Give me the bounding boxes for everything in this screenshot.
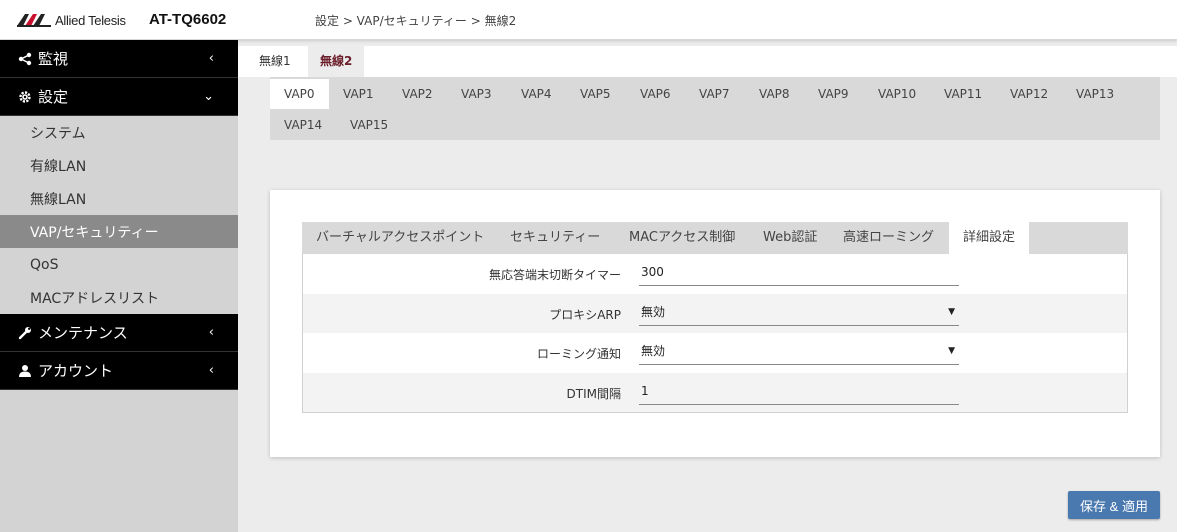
wrench-icon (16, 324, 34, 342)
save-apply-button[interactable]: 保存 & 適用 (1068, 491, 1160, 519)
sidebar-group-label: 監視 (38, 50, 69, 68)
vap-tabs: VAP0 VAP1 VAP2 VAP3 VAP4 VAP5 VAP6 VAP7 … (270, 77, 1160, 140)
chevron-left-icon: ‹ (208, 325, 214, 340)
sidebar-item-system[interactable]: システム (0, 116, 238, 149)
tab-vap13[interactable]: VAP13 (1062, 79, 1128, 109)
sidebar-group-maintenance[interactable]: メンテナンス ‹ (0, 314, 238, 352)
radio-tabs: 無線1 無線2 (238, 46, 1177, 77)
dtim-interval-input[interactable]: 1 (639, 377, 959, 405)
roaming-notify-select[interactable]: 無効 ▼ (639, 337, 959, 365)
form-row: ローミング通知 無効 ▼ (303, 333, 1127, 372)
dropdown-arrow-icon: ▼ (948, 346, 955, 356)
tab-vap15[interactable]: VAP15 (336, 110, 402, 140)
tab-vap8[interactable]: VAP8 (745, 79, 804, 109)
top-header: Allied Telesis AT-TQ6602 設定 > VAP/セキュリティ… (0, 0, 1177, 40)
tab-vap3[interactable]: VAP3 (447, 79, 506, 109)
logo-mark-icon (17, 14, 51, 27)
tab-mac-access-control[interactable]: MACアクセス制御 (615, 222, 749, 254)
tab-web-auth[interactable]: Web認証 (749, 222, 831, 254)
breadcrumb: 設定 > VAP/セキュリティー > 無線2 (315, 14, 517, 28)
chevron-left-icon: ‹ (208, 363, 214, 378)
dropdown-arrow-icon: ▼ (948, 307, 955, 317)
tab-vap14[interactable]: VAP14 (270, 110, 336, 140)
tab-security[interactable]: セキュリティー (496, 222, 614, 254)
sidebar: 監視 ‹ 設定 ⌄ システム 有線LAN 無線LAN VAP/セキュリティー Q… (0, 40, 238, 532)
tab-vap5[interactable]: VAP5 (566, 79, 625, 109)
proxy-arp-value: 無効 (641, 305, 666, 319)
settings-card: バーチャルアクセスポイント セキュリティー MACアクセス制御 Web認証 高速… (270, 190, 1160, 457)
tab-vap10[interactable]: VAP10 (864, 79, 930, 109)
tab-vap11[interactable]: VAP11 (930, 79, 996, 109)
sidebar-group-account[interactable]: アカウント ‹ (0, 352, 238, 390)
tab-vap0[interactable]: VAP0 (270, 79, 329, 109)
inactivity-timer-label: 無応答端末切断タイマー (488, 268, 621, 282)
dtim-interval-label: DTIM間隔 (566, 387, 621, 401)
tab-vap1[interactable]: VAP1 (329, 79, 388, 109)
tab-vap4[interactable]: VAP4 (507, 79, 566, 109)
form-row: プロキシARP 無効 ▼ (303, 294, 1127, 333)
sidebar-group-settings[interactable]: 設定 ⌄ (0, 78, 238, 116)
advanced-settings-form: 無応答端末切断タイマー 300 プロキシARP 無効 ▼ ローミング通知 無効 … (302, 254, 1128, 413)
tab-virtual-access-point[interactable]: バーチャルアクセスポイント (302, 222, 498, 254)
logo-text: Allied Telesis (55, 12, 126, 28)
chevron-down-icon: ⌄ (203, 89, 214, 104)
sidebar-item-wireless-lan[interactable]: 無線LAN (0, 182, 238, 215)
roaming-notify-label: ローミング通知 (536, 347, 621, 361)
user-icon (16, 362, 34, 380)
tab-vap12[interactable]: VAP12 (996, 79, 1062, 109)
sidebar-group-label: アカウント (38, 362, 114, 380)
sidebar-item-qos[interactable]: QoS (0, 248, 238, 281)
tab-vap2[interactable]: VAP2 (388, 79, 447, 109)
tab-vap7[interactable]: VAP7 (685, 79, 744, 109)
sidebar-item-wired-lan[interactable]: 有線LAN (0, 149, 238, 182)
sidebar-item-vap-security[interactable]: VAP/セキュリティー (0, 215, 238, 248)
tab-radio2[interactable]: 無線2 (308, 46, 365, 77)
sidebar-group-label: メンテナンス (38, 324, 128, 342)
sidebar-group-monitor[interactable]: 監視 ‹ (0, 40, 238, 78)
product-name: AT-TQ6602 (149, 11, 227, 28)
roaming-notify-value: 無効 (641, 344, 666, 358)
sub-tabs: バーチャルアクセスポイント セキュリティー MACアクセス制御 Web認証 高速… (302, 222, 1128, 254)
tab-advanced-settings[interactable]: 詳細設定 (949, 222, 1030, 254)
inactivity-timer-input[interactable]: 300 (639, 258, 959, 286)
proxy-arp-select[interactable]: 無効 ▼ (639, 298, 959, 326)
allied-telesis-logo[interactable]: Allied Telesis (17, 11, 126, 29)
proxy-arp-label: プロキシARP (549, 308, 621, 322)
gear-icon (16, 88, 34, 106)
tab-vap9[interactable]: VAP9 (804, 79, 863, 109)
form-row: DTIM間隔 1 (303, 373, 1127, 412)
tab-fast-roaming[interactable]: 高速ローミング (829, 222, 948, 254)
sidebar-group-label: 設定 (38, 88, 69, 106)
form-row: 無応答端末切断タイマー 300 (303, 254, 1127, 293)
tab-radio1[interactable]: 無線1 (247, 46, 303, 77)
share-icon (16, 50, 34, 68)
tab-vap6[interactable]: VAP6 (626, 79, 685, 109)
chevron-left-icon: ‹ (208, 51, 214, 66)
sidebar-item-mac-address-list[interactable]: MACアドレスリスト (0, 281, 238, 314)
